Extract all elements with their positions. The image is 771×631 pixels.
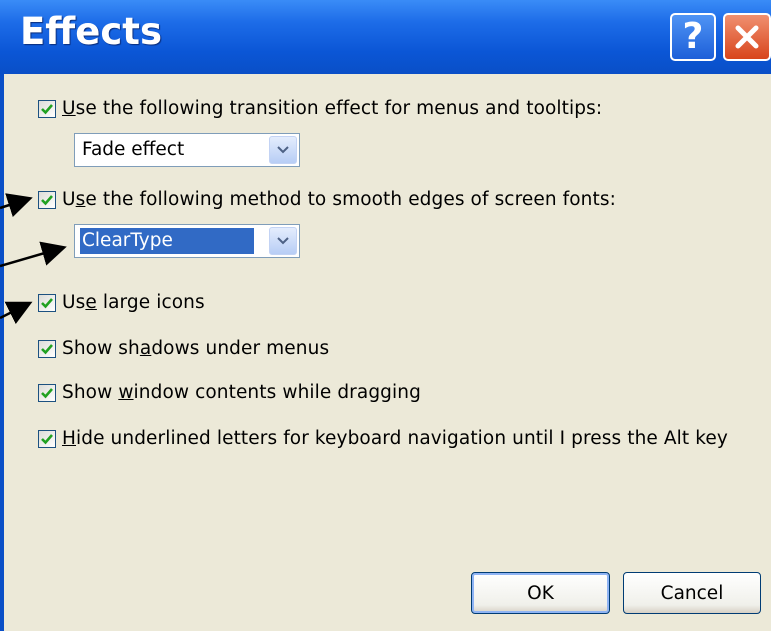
annotation-arrow	[0, 241, 67, 268]
annotation-arrows	[0, 193, 67, 325]
annotation-arrow	[0, 301, 33, 325]
effects-dialog: Effects ? Use the following transition e…	[0, 0, 771, 631]
annotation-arrow	[0, 193, 33, 218]
